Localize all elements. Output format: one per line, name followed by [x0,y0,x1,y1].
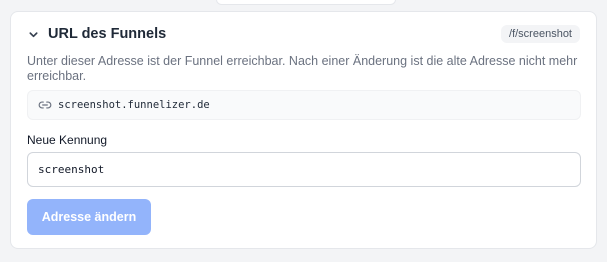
card-title: URL des Funnels [48,26,167,42]
current-url-box: screenshot.funnelizer.de [27,90,581,120]
change-address-button[interactable]: Adresse ändern [27,199,151,235]
new-slug-input[interactable] [27,152,581,187]
card-header: URL des Funnels /f/screenshot [27,24,580,44]
top-panel-edge [216,0,396,5]
description-text: Unter dieser Adresse ist der Funnel erre… [27,54,578,83]
funnel-url-card: URL des Funnels /f/screenshot Unter dies… [10,11,597,249]
new-slug-label: Neue Kennung [27,133,108,147]
path-badge: /f/screenshot [501,25,580,43]
chevron-down-icon[interactable] [27,28,39,40]
link-icon [38,98,52,112]
current-url-text: screenshot.funnelizer.de [58,99,210,111]
